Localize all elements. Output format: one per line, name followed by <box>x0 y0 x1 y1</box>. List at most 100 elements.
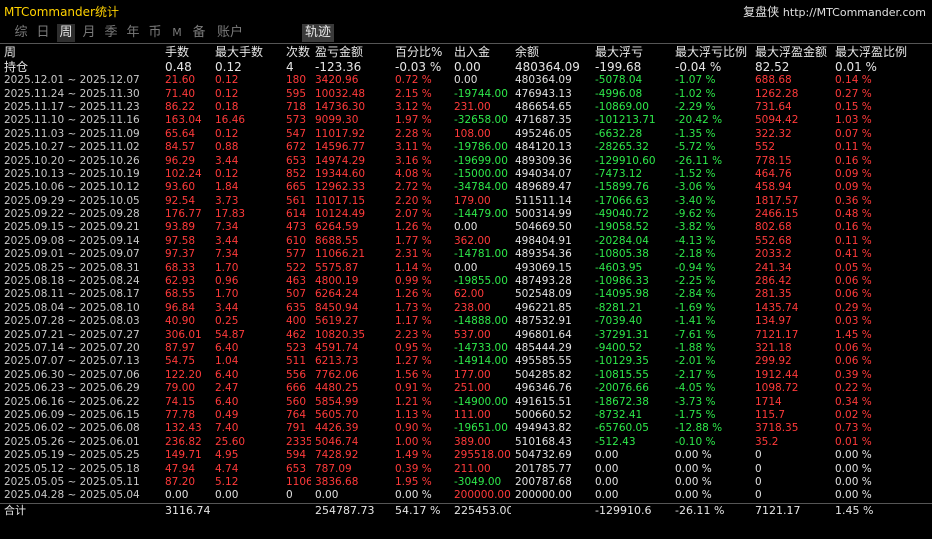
table-row[interactable]: 2025.09.15 ~ 2025.09.21 93.89 7.34 473 6264.… <box>0 221 932 234</box>
cell-max-lots: 0.00 <box>215 489 239 502</box>
tab-month[interactable]: 月 <box>81 24 97 42</box>
table-row[interactable]: 2025.08.04 ~ 2025.08.10 96.84 3.44 635 8450.… <box>0 302 932 315</box>
table-row[interactable]: 2025.10.20 ~ 2025.10.26 96.29 3.44 653 14974… <box>0 154 932 167</box>
cell-pnl: 10032.48 <box>315 87 366 100</box>
table-row[interactable]: 2025.07.14 ~ 2025.07.20 87.97 6.40 523 4591.… <box>0 342 932 355</box>
table-row[interactable]: 2025.11.10 ~ 2025.11.16 163.04 16.46 573 909… <box>0 114 932 127</box>
cell-pnl: 12962.33 <box>315 181 366 194</box>
cell-count <box>282 502 311 518</box>
cell-max-float-profit: 7121.17 <box>751 502 831 518</box>
cell-deposit: -19786.00 <box>454 141 508 154</box>
tab-day[interactable]: 日 <box>35 24 51 42</box>
table-row[interactable]: 2025.09.08 ~ 2025.09.14 97.58 3.44 610 8688.… <box>0 235 932 248</box>
cell-max-float-profit-pct: 0.48 % <box>835 208 872 221</box>
table-row[interactable]: 2025.11.24 ~ 2025.11.30 71.40 0.12 595 10032… <box>0 87 932 100</box>
table-row[interactable]: 2025.09.01 ~ 2025.09.07 97.37 7.34 577 11066… <box>0 248 932 261</box>
cell-max-float-profit-pct: 0.00 % <box>835 475 872 488</box>
table-row[interactable]: 2025.11.03 ~ 2025.11.09 65.64 0.12 547 11017… <box>0 128 932 141</box>
table-row[interactable]: 2025.08.11 ~ 2025.08.17 68.55 1.70 507 6264.… <box>0 288 932 301</box>
cell-max-float-loss-pct: -3.73 % <box>675 395 716 408</box>
brand-link[interactable]: 复盘侠 http://MTCommander.com <box>743 3 926 20</box>
cell-count: 547 <box>286 127 307 140</box>
cell-max-float-loss: -7039.40 <box>595 315 643 328</box>
table-row[interactable]: 2025.09.22 ~ 2025.09.28 176.77 17.83 614 101… <box>0 208 932 221</box>
table-row[interactable]: 2025.10.27 ~ 2025.11.02 84.57 0.88 672 14596… <box>0 141 932 154</box>
cell-percent: -0.03 % <box>395 60 442 74</box>
table-row[interactable]: 2025.07.28 ~ 2025.08.03 40.90 0.25 400 5619.… <box>0 315 932 328</box>
tab-year[interactable]: 年 <box>125 24 141 42</box>
table-row[interactable]: 2025.05.05 ~ 2025.05.11 87.20 5.12 1106 3836… <box>0 476 932 489</box>
cell-max-float-loss-pct: -0.10 % <box>675 435 716 448</box>
cell-lots: 62.93 <box>165 275 196 288</box>
cell-balance: 496346.76 <box>515 382 572 395</box>
cell-max-float-loss-pct: -2.17 % <box>675 368 716 381</box>
tab-overview[interactable]: 综 <box>13 24 29 42</box>
table-row[interactable]: 2025.12.01 ~ 2025.12.07 21.60 0.12 180 3420.… <box>0 74 932 87</box>
cell-max-float-profit-pct: 0.01 % <box>835 435 872 448</box>
cell-week: 2025.10.20 ~ 2025.10.26 <box>4 154 140 167</box>
tab-week[interactable]: 周 <box>57 24 75 42</box>
cell-max-float-loss: 0.00 <box>595 475 619 488</box>
cell-week: 2025.09.29 ~ 2025.10.05 <box>4 194 140 207</box>
cell-max-float-loss-pct: -7.61 % <box>675 328 716 341</box>
cell-max-float-profit: 1262.28 <box>755 87 799 100</box>
cell-deposit: 225453.00 <box>450 502 511 518</box>
cell-week: 2025.10.13 ~ 2025.10.19 <box>4 167 140 180</box>
cell-max-lots: 0.88 <box>215 141 239 154</box>
cell-pnl: -123.36 <box>315 60 362 74</box>
tab-magic[interactable]: M <box>170 24 184 42</box>
table-row[interactable]: 2025.06.30 ~ 2025.07.06 122.20 6.40 556 7762… <box>0 369 932 382</box>
cell-max-float-profit-pct: 1.03 % <box>835 114 872 127</box>
cell-max-float-loss-pct: -1.07 % <box>675 74 716 87</box>
brand-url[interactable]: http://MTCommander.com <box>783 6 926 19</box>
cell-max-float-profit: 241.34 <box>755 261 792 274</box>
cell-pnl: 11066.21 <box>315 248 366 261</box>
cell-week: 2025.07.14 ~ 2025.07.20 <box>4 342 140 354</box>
table-row[interactable]: 2025.05.26 ~ 2025.06.01 236.82 25.60 2335 50… <box>0 436 932 449</box>
cell-max-float-loss: 0.00 <box>595 462 619 475</box>
tab-quarter[interactable]: 季 <box>103 24 119 42</box>
table-row[interactable]: 2025.05.12 ~ 2025.05.18 47.94 4.74 653 787.0… <box>0 462 932 475</box>
cell-max-float-loss: -10815.55 <box>595 368 649 381</box>
cell-count: 523 <box>286 342 307 354</box>
cell-max-lots: 3.44 <box>215 301 239 314</box>
table-row[interactable]: 2025.07.07 ~ 2025.07.13 54.75 1.04 511 6213.… <box>0 355 932 368</box>
cell-max-lots: 4.95 <box>215 449 239 462</box>
table-row[interactable]: 2025.06.16 ~ 2025.06.22 74.15 6.40 560 5854.… <box>0 395 932 408</box>
table-row[interactable]: 2025.10.13 ~ 2025.10.19 102.24 0.12 852 1934… <box>0 168 932 181</box>
cell-max-float-loss-pct: -0.04 % <box>675 60 722 74</box>
cell-percent: 2.28 % <box>395 127 432 140</box>
table-row[interactable]: 2025.05.19 ~ 2025.05.25 149.71 4.95 594 7428… <box>0 449 932 462</box>
cell-deposit: 537.00 <box>454 328 491 341</box>
cell-balance: 493069.15 <box>515 261 572 274</box>
cell-max-lots: 0.96 <box>215 275 239 288</box>
table-row[interactable]: 2025.06.09 ~ 2025.06.15 77.78 0.49 764 5605.… <box>0 409 932 422</box>
table-row[interactable]: 2025.08.18 ~ 2025.08.24 62.93 0.96 463 4800.… <box>0 275 932 288</box>
cell-balance: 480364.09 <box>515 74 572 87</box>
cell-deposit: 108.00 <box>454 127 491 140</box>
table-row[interactable]: 2025.06.23 ~ 2025.06.29 79.00 2.47 666 4480.… <box>0 382 932 395</box>
cell-week: 2025.06.16 ~ 2025.06.22 <box>4 395 140 408</box>
table-header-row[interactable]: 周 手数 最大手数 次数 盈亏金额 百分比% 出入金 余额 最大浮亏 最大浮亏比例 最大浮盈金额 最大… <box>0 44 932 60</box>
cell-max-float-loss-pct: -26.11 % <box>671 502 751 518</box>
table-row[interactable]: 2025.06.02 ~ 2025.06.08 132.43 7.40 791 4426… <box>0 422 932 435</box>
tab-symbol[interactable]: 币 <box>147 24 163 42</box>
cell-count: 463 <box>286 275 307 288</box>
table-row[interactable]: 2025.09.29 ~ 2025.10.05 92.54 3.73 561 11017… <box>0 195 932 208</box>
table-row[interactable]: 2025.08.25 ~ 2025.08.31 68.33 1.70 522 5575.… <box>0 261 932 274</box>
cell-deposit: -14733.00 <box>454 342 508 354</box>
table-row[interactable]: 2025.11.17 ~ 2025.11.23 86.22 0.18 718 14736… <box>0 101 932 114</box>
cell-percent: 2.72 % <box>395 181 432 194</box>
cell-max-float-loss: -20284.04 <box>595 234 649 247</box>
tab-notes[interactable]: 备 <box>191 24 207 42</box>
table-row[interactable]: 2025.04.28 ~ 2025.05.04 0.00 0.00 0 0.00 0.00… <box>0 489 932 503</box>
total-row[interactable]: 合计 3116.74 254787.73 54.17 % 225453.00 -12991… <box>0 502 932 518</box>
table-row[interactable]: 2025.07.21 ~ 2025.07.27 306.01 54.87 462 108… <box>0 328 932 341</box>
table-row[interactable]: 2025.10.06 ~ 2025.10.12 93.60 1.84 665 12962… <box>0 181 932 194</box>
tab-account[interactable]: 账户 <box>215 24 245 42</box>
cell-count: 561 <box>286 194 307 207</box>
tab-track[interactable]: 轨迹 <box>302 24 334 42</box>
cell-deposit: 0.00 <box>454 74 478 87</box>
cell-max-lots: 0.12 <box>215 167 239 180</box>
holding-row[interactable]: 持仓 0.48 0.12 4 -123.36 -0.03 % 0.00 480364.09 -1… <box>0 60 932 74</box>
